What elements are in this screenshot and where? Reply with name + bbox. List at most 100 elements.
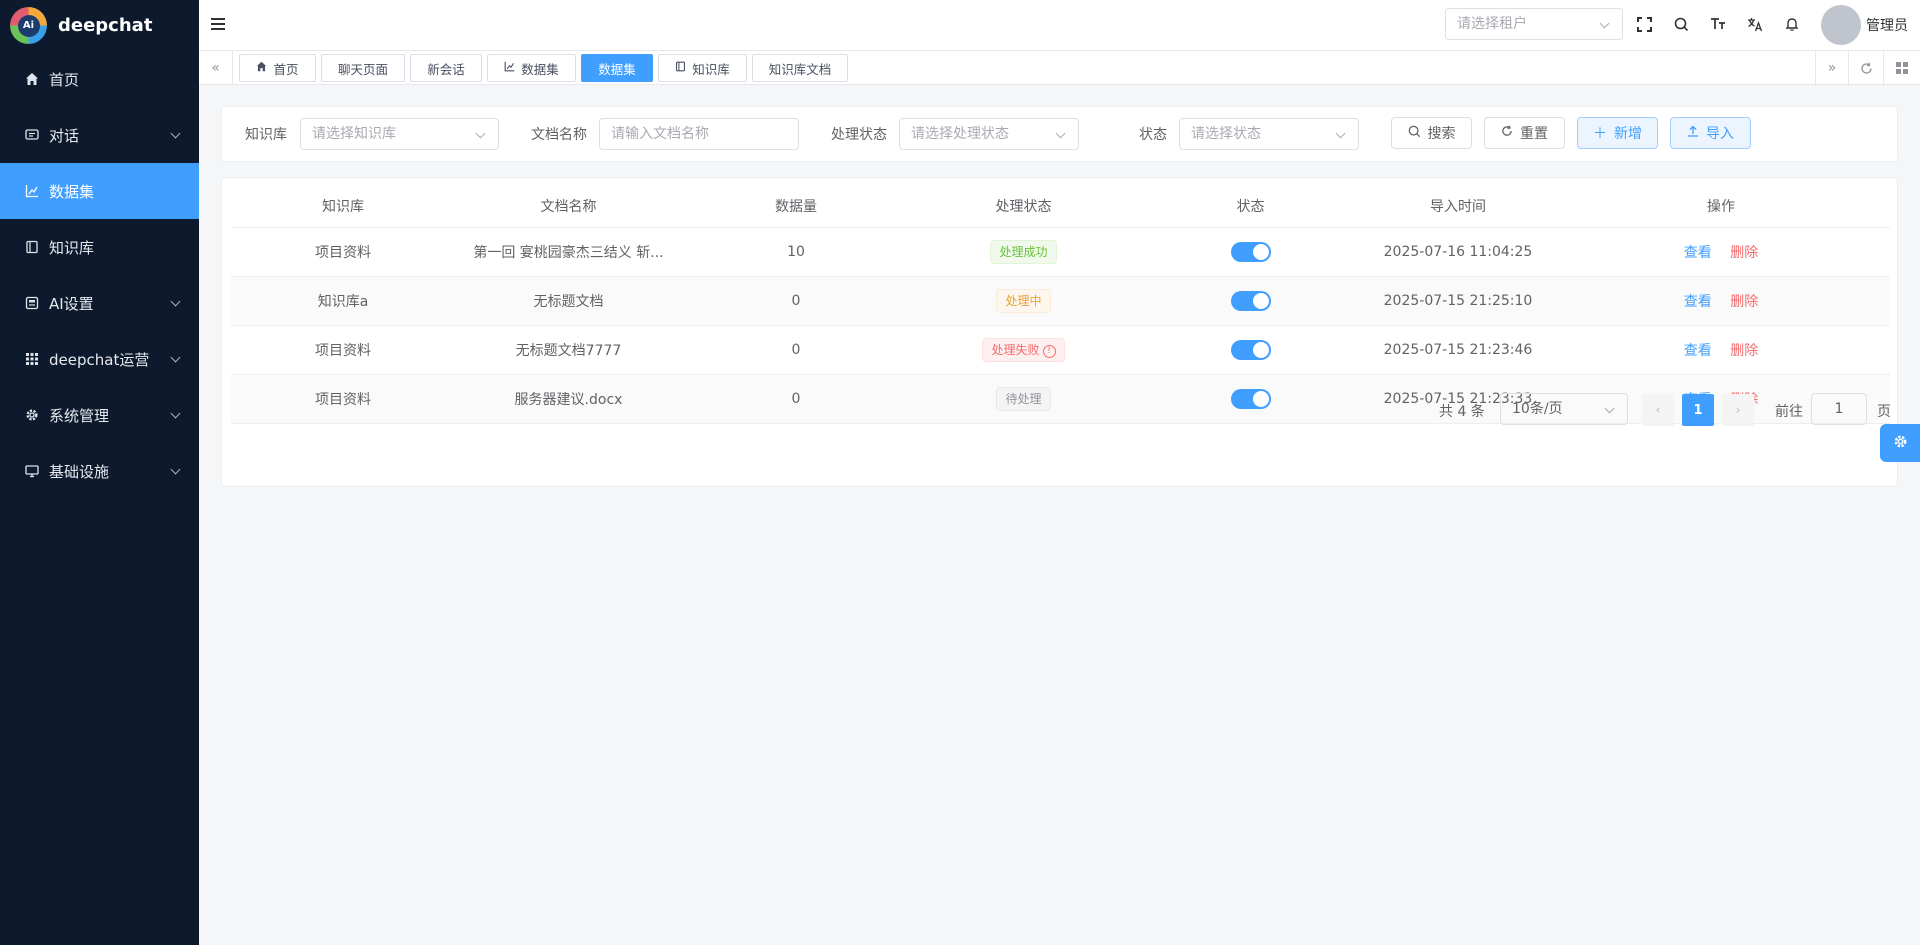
prev-page-button[interactable]: ‹	[1642, 394, 1674, 426]
cell-kb: 知识库a	[231, 276, 455, 326]
tabs-menu-icon[interactable]	[1885, 51, 1919, 85]
goto-page-input[interactable]: 1	[1811, 393, 1867, 425]
status-badge-label: 处理失败	[991, 342, 1040, 357]
cell-doc: 无标题文档7777	[455, 325, 682, 375]
chart-icon	[504, 61, 515, 75]
status-toggle[interactable]	[1230, 241, 1271, 262]
tab-dataset-1[interactable]: 数据集	[487, 54, 576, 82]
delete-button[interactable]: 删除	[1730, 343, 1758, 359]
cell-proc: 处理中	[910, 276, 1137, 326]
brand[interactable]: Ai deepchat	[0, 0, 199, 51]
tab-new-session[interactable]: 新会话	[410, 54, 482, 82]
search-icon	[1408, 125, 1421, 142]
search-icon[interactable]	[1671, 14, 1691, 34]
translate-icon[interactable]	[1745, 14, 1765, 34]
chevron-down-icon	[170, 296, 181, 306]
page-size-select[interactable]: 10条/页	[1500, 393, 1628, 425]
scroll-right-icon[interactable]: »	[1815, 51, 1849, 85]
proc-placeholder: 请选择处理状态	[911, 126, 1009, 142]
tab-home[interactable]: 首页	[239, 54, 316, 82]
cell-proc: 处理失败!	[910, 325, 1137, 375]
sidebar-item-ai-settings[interactable]: AI设置	[0, 275, 199, 331]
sidebar-item-label: 系统管理	[49, 406, 110, 425]
sidebar-item-system[interactable]: 系统管理	[0, 387, 199, 443]
doc-label: 文档名称	[531, 127, 587, 143]
chevron-down-icon	[1055, 128, 1066, 139]
bell-icon[interactable]	[1782, 14, 1802, 34]
fullscreen-icon[interactable]	[1634, 14, 1654, 34]
tab-label: 新会话	[427, 61, 465, 77]
chat-icon	[24, 127, 40, 143]
cell-count: 10	[682, 227, 910, 277]
col-header-actions: 操作	[1552, 186, 1890, 228]
sidebar-item-knowledge-base[interactable]: 知识库	[0, 219, 199, 275]
sidebar-item-dataset[interactable]: 数据集	[0, 163, 199, 219]
doc-name-input[interactable]: 请输入文档名称	[599, 118, 799, 150]
cell-actions: 查看 删除	[1552, 325, 1890, 375]
cell-proc: 待处理	[910, 374, 1137, 424]
ai-settings-icon	[24, 295, 40, 311]
sidebar-item-infrastructure[interactable]: 基础设施	[0, 443, 199, 499]
menu-toggle-icon[interactable]	[211, 18, 225, 30]
sidebar-item-operations[interactable]: deepchat运营	[0, 331, 199, 387]
cell-kb: 项目资料	[231, 325, 455, 375]
status-toggle[interactable]	[1230, 339, 1271, 360]
view-button[interactable]: 查看	[1684, 343, 1712, 359]
kb-select[interactable]: 请选择知识库	[300, 118, 499, 150]
tab-knowledge-docs[interactable]: 知识库文档	[752, 54, 848, 82]
sidebar-item-label: deepchat运营	[49, 350, 150, 369]
status-toggle[interactable]	[1230, 388, 1271, 409]
floating-settings-button[interactable]	[1880, 424, 1920, 462]
chevron-down-icon	[475, 128, 486, 139]
goto-label: 前往	[1775, 404, 1803, 420]
add-button[interactable]: ＋ 新增	[1577, 117, 1658, 149]
table-header-row: 知识库 文档名称 数据量 处理状态 状态 导入时间 操作	[231, 186, 1890, 228]
next-page-button[interactable]: ›	[1722, 394, 1754, 426]
delete-button[interactable]: 删除	[1730, 294, 1758, 310]
add-button-label: 新增	[1614, 126, 1642, 142]
delete-button[interactable]: 删除	[1730, 245, 1758, 261]
tenant-select[interactable]: 请选择租户	[1445, 8, 1623, 40]
font-size-icon[interactable]	[1708, 14, 1728, 34]
chevron-down-icon	[1335, 128, 1346, 139]
reset-button[interactable]: 重置	[1484, 117, 1565, 149]
sidebar-item-label: 首页	[49, 70, 80, 89]
status-badge: 处理中	[996, 288, 1051, 313]
user-name[interactable]: 管理员	[1866, 15, 1908, 35]
gear-icon	[24, 407, 40, 423]
cell-status	[1137, 325, 1364, 375]
refresh-icon[interactable]	[1850, 51, 1884, 85]
sidebar-item-chat[interactable]: 对话	[0, 107, 199, 163]
pagination-total: 共 4 条	[1439, 404, 1485, 420]
tab-knowledge-base[interactable]: 知识库	[658, 54, 747, 82]
view-button[interactable]: 查看	[1684, 294, 1712, 310]
cell-status	[1137, 276, 1364, 326]
toggle-knob	[1252, 292, 1269, 309]
book-icon	[24, 239, 40, 255]
scroll-left-icon[interactable]: «	[199, 51, 233, 85]
cell-time: 2025-07-15 21:23:46	[1364, 325, 1552, 375]
monitor-icon	[24, 463, 40, 479]
import-button-label: 导入	[1706, 126, 1734, 142]
status-select[interactable]: 请选择状态	[1179, 118, 1359, 150]
search-button-label: 搜索	[1427, 126, 1456, 142]
sidebar-item-label: 知识库	[49, 238, 95, 257]
chevron-down-icon	[1599, 18, 1610, 29]
tags-view-bar: « 首页 聊天页面 新会话 数据集 数据集 知识库 知识库文档 »	[199, 51, 1920, 85]
tab-chat-page[interactable]: 聊天页面	[321, 54, 405, 82]
import-button[interactable]: 导入	[1670, 117, 1751, 149]
sidebar-item-home[interactable]: 首页	[0, 51, 199, 107]
col-header-count: 数据量	[682, 186, 910, 228]
view-button[interactable]: 查看	[1684, 245, 1712, 261]
warning-icon[interactable]: !	[1042, 344, 1056, 358]
page-number[interactable]: 1	[1682, 394, 1714, 426]
chevron-down-icon	[170, 128, 181, 138]
avatar[interactable]	[1821, 5, 1861, 45]
tenant-placeholder: 请选择租户	[1457, 16, 1527, 32]
sidebar-item-label: 基础设施	[49, 462, 110, 481]
proc-status-select[interactable]: 请选择处理状态	[899, 118, 1079, 150]
status-toggle[interactable]	[1230, 290, 1271, 311]
table-row: 知识库a 无标题文档 0 处理中 2025-07-15 21:25:10 查看 …	[231, 276, 1890, 326]
search-button[interactable]: 搜索	[1391, 117, 1472, 149]
tab-dataset-active[interactable]: 数据集	[581, 54, 653, 82]
